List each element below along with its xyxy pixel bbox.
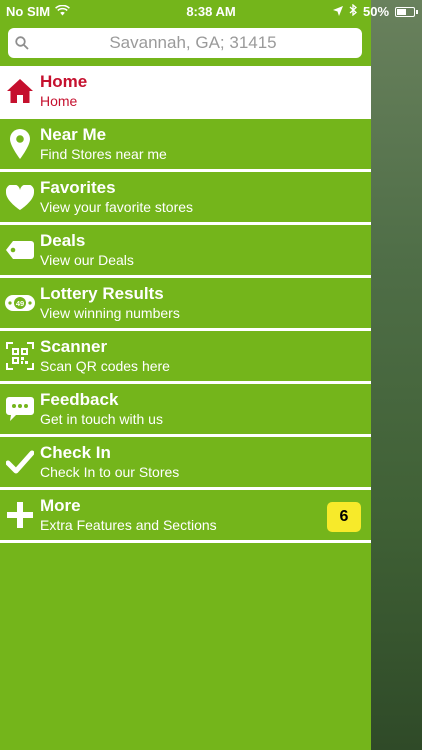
menu-item-subtitle: Extra Features and Sections: [40, 517, 217, 533]
menu-item-check-in[interactable]: Check In Check In to our Stores: [0, 437, 371, 490]
tag-icon: [0, 225, 40, 275]
menu-item-title: Feedback: [40, 390, 119, 409]
more-count-badge: 6: [327, 502, 361, 532]
status-bar: No SIM 8:38 AM 50%: [0, 0, 419, 24]
menu-item-subtitle: Scan QR codes here: [40, 358, 170, 374]
menu-item-home[interactable]: Home Home: [0, 66, 371, 119]
location-search-bar[interactable]: [8, 28, 362, 58]
status-right-group: 50%: [333, 3, 422, 19]
menu-item-title: Favorites: [40, 178, 116, 197]
chat-bubble-icon: [0, 384, 40, 434]
lottery-ball-number: 49: [16, 299, 24, 308]
menu-item-text: Lottery Results View winning numbers: [40, 284, 180, 322]
qr-scanner-icon: [0, 331, 40, 381]
menu-item-subtitle: Home: [40, 93, 78, 109]
menu-item-deals[interactable]: Deals View our Deals: [0, 225, 371, 278]
menu-item-title: Lottery Results: [40, 284, 164, 303]
lottery-ball-icon: 49: [0, 278, 40, 328]
location-search-input[interactable]: [36, 32, 350, 54]
dimmed-content-overlay[interactable]: [371, 0, 422, 750]
plus-icon: [0, 490, 40, 540]
map-pin-icon: [0, 119, 40, 169]
location-arrow-icon: [333, 4, 343, 19]
menu-item-text: Check In Check In to our Stores: [40, 443, 179, 481]
menu-item-title: Near Me: [40, 125, 107, 144]
heart-icon: [0, 172, 40, 222]
menu-item-text: More Extra Features and Sections: [40, 496, 217, 534]
menu-item-subtitle: Find Stores near me: [40, 146, 167, 162]
menu-item-title: More: [40, 496, 81, 515]
menu-item-scanner[interactable]: Scanner Scan QR codes here: [0, 331, 371, 384]
menu-item-title: Home: [40, 72, 88, 91]
menu-item-subtitle: View winning numbers: [40, 305, 180, 321]
app-screen: No SIM 8:38 AM 50% Savannah, GA; 31415 H…: [0, 0, 422, 750]
menu-item-favorites[interactable]: Favorites View your favorite stores: [0, 172, 371, 225]
menu-item-text: Feedback Get in touch with us: [40, 390, 163, 428]
menu-item-subtitle: Get in touch with us: [40, 411, 163, 427]
menu-item-title: Scanner: [40, 337, 108, 356]
menu-item-subtitle: View our Deals: [40, 252, 134, 268]
checkmark-icon: [0, 437, 40, 487]
bluetooth-icon: [349, 3, 357, 19]
search-icon: [8, 36, 36, 50]
menu-item-subtitle: Check In to our Stores: [40, 464, 180, 480]
menu-item-lottery-results[interactable]: 49 Lottery Results View winning numbers: [0, 278, 371, 331]
menu-item-text: Scanner Scan QR codes here: [40, 337, 170, 375]
menu-item-subtitle: View your favorite stores: [40, 199, 194, 215]
side-menu: Home Home Near Me Find Stores near me Fa…: [0, 66, 371, 543]
battery-percent: 50%: [363, 4, 390, 19]
menu-item-title: Check In: [40, 443, 111, 462]
menu-item-title: Deals: [40, 231, 86, 250]
battery-icon: [395, 6, 419, 17]
menu-item-near-me[interactable]: Near Me Find Stores near me: [0, 119, 371, 172]
home-icon: [0, 66, 40, 116]
menu-item-text: Favorites View your favorite stores: [40, 178, 193, 216]
menu-item-text: Deals View our Deals: [40, 231, 134, 269]
menu-item-more[interactable]: More Extra Features and Sections 6: [0, 490, 371, 543]
menu-item-text: Near Me Find Stores near me: [40, 125, 167, 163]
menu-item-feedback[interactable]: Feedback Get in touch with us: [0, 384, 371, 437]
menu-item-text: Home Home: [40, 72, 87, 110]
